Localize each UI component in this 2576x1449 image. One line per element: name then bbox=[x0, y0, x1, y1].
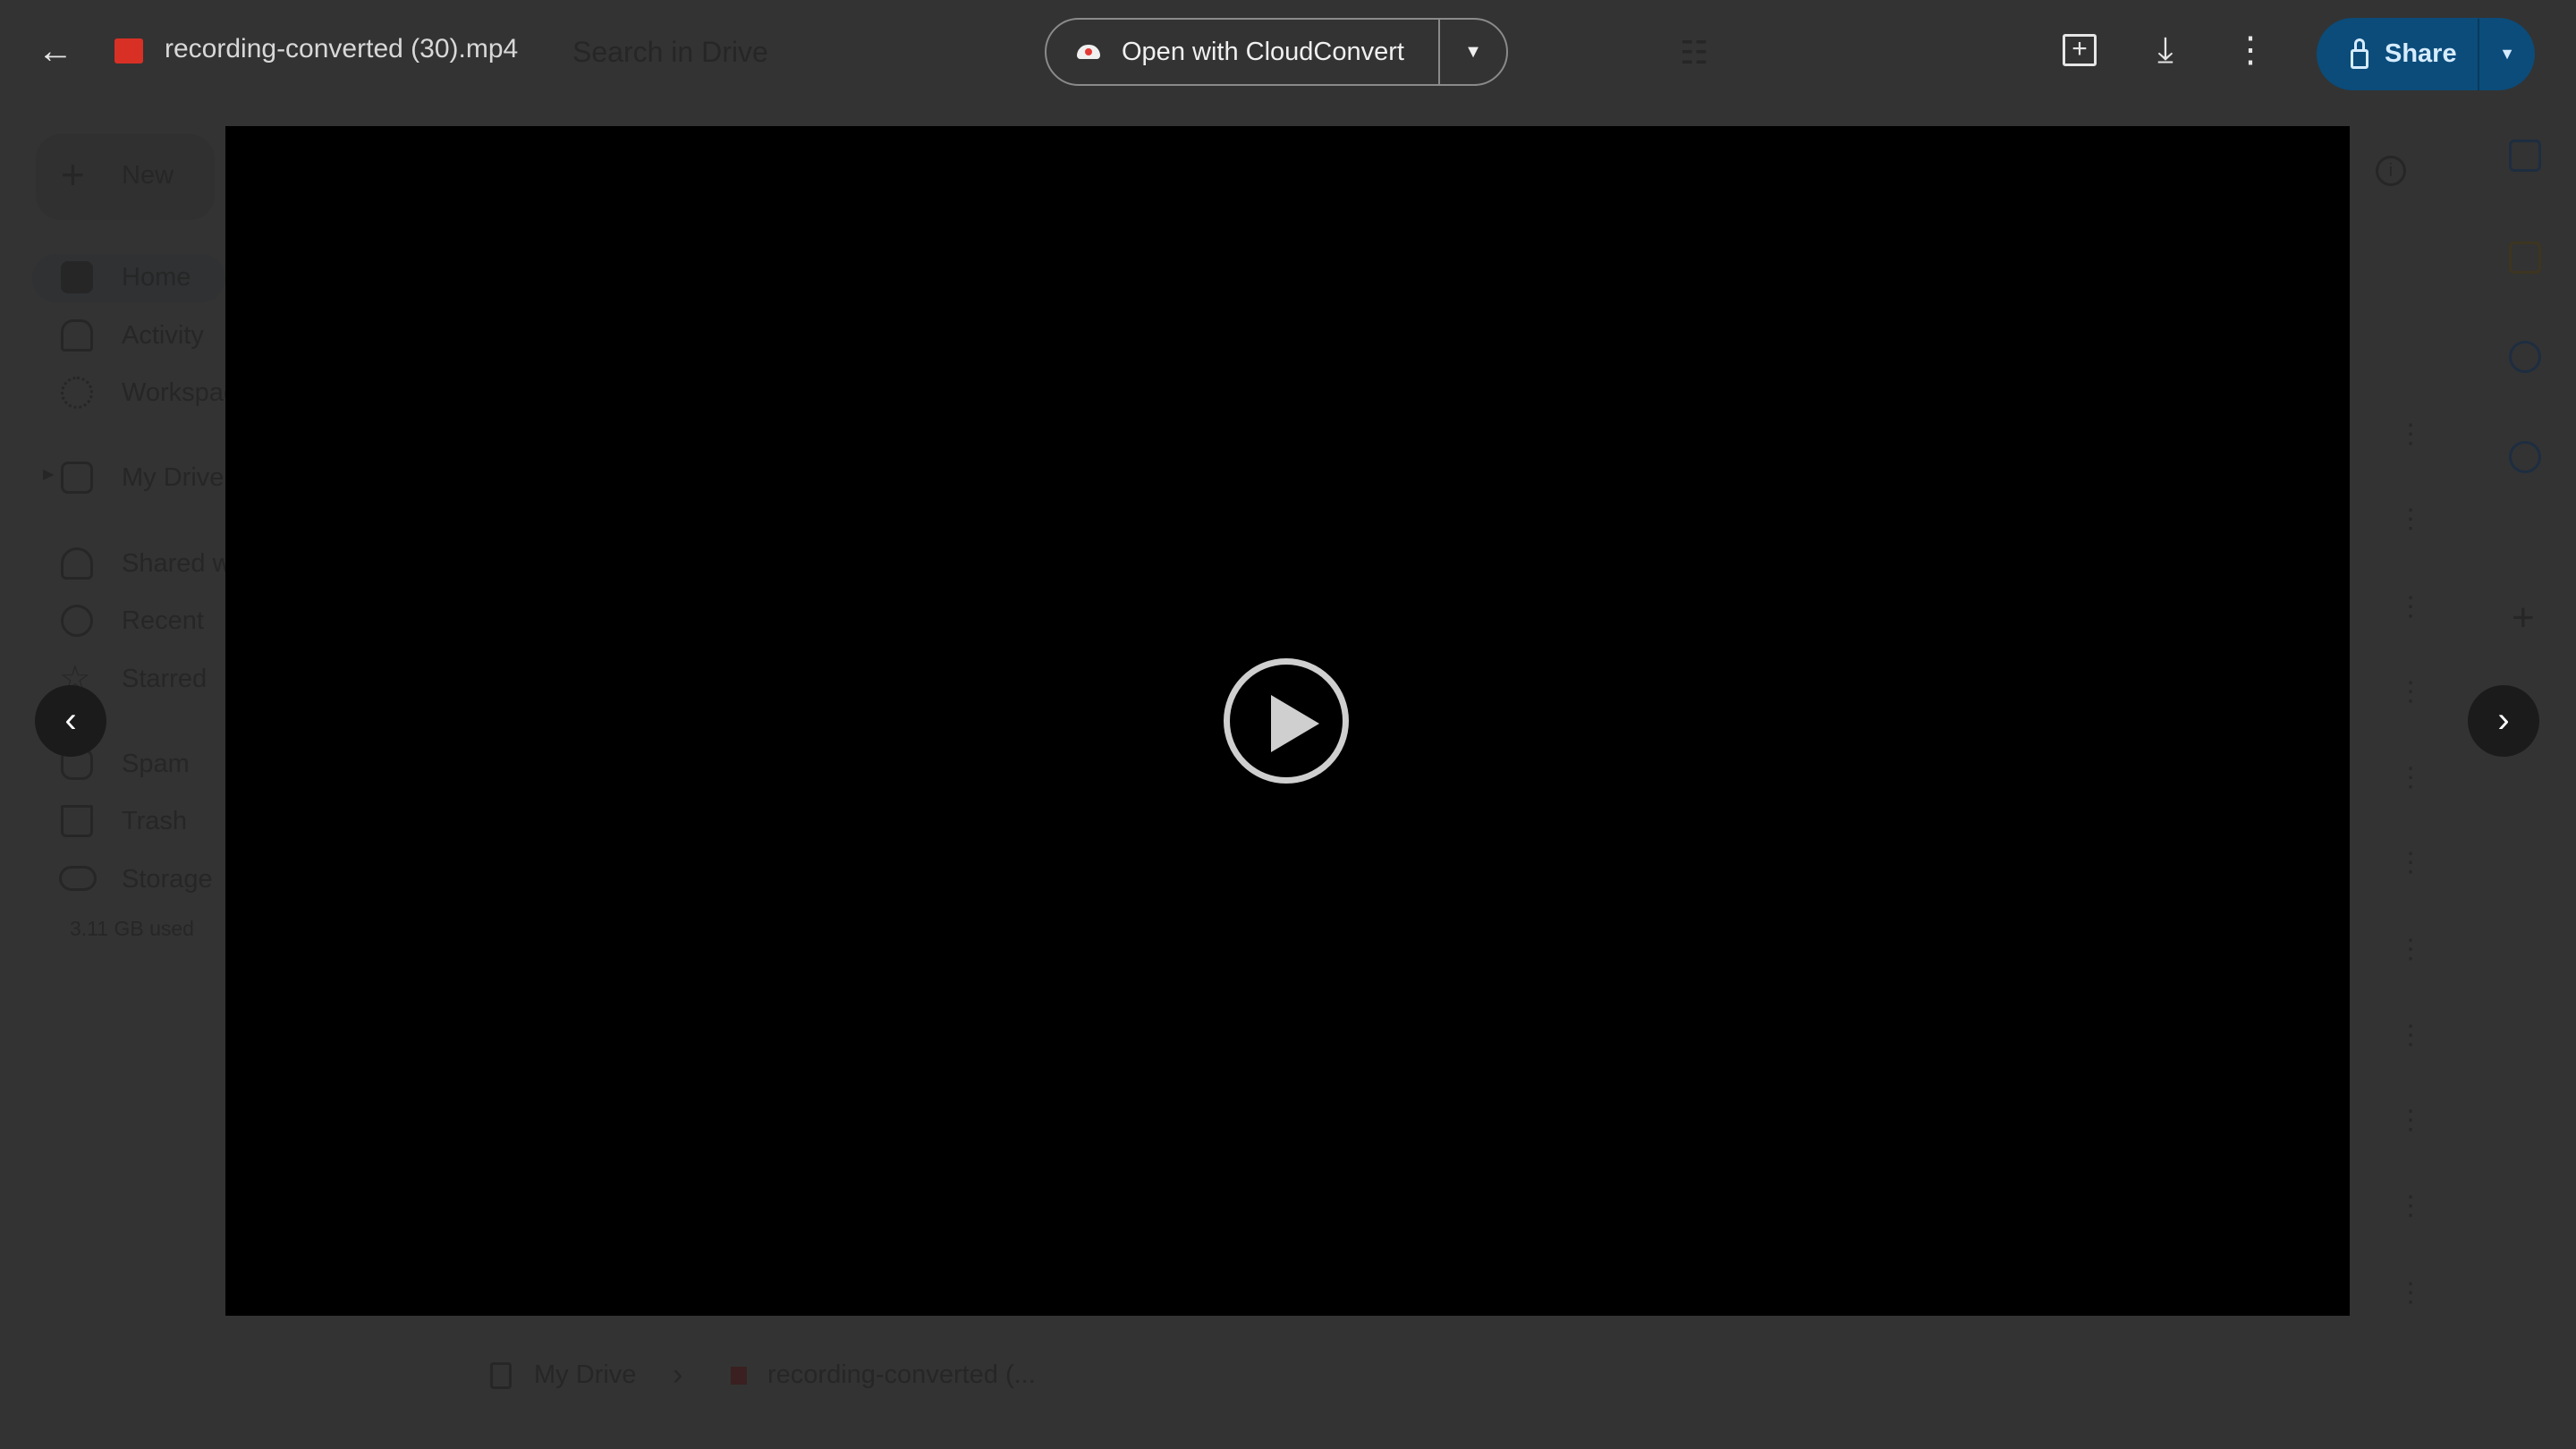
breadcrumb-my-drive[interactable]: My Drive bbox=[534, 1360, 636, 1390]
sidebar-label: Recent bbox=[122, 606, 204, 635]
sidebar-label: My Drive bbox=[122, 463, 225, 492]
open-with-label: Open with CloudConvert bbox=[1122, 37, 1404, 66]
new-label: New bbox=[122, 161, 174, 190]
search-placeholder: Search in Drive bbox=[572, 36, 768, 68]
plus-icon: + bbox=[61, 151, 85, 198]
back-arrow-icon[interactable]: ← bbox=[29, 33, 82, 69]
chevron-left-icon: ‹ bbox=[64, 700, 77, 740]
sidebar-label: Starred bbox=[122, 665, 208, 693]
bell-icon bbox=[61, 319, 93, 352]
info-icon[interactable]: i bbox=[2376, 156, 2406, 186]
sidebar-label: Workspaces bbox=[122, 378, 225, 407]
add-addon-icon[interactable]: + bbox=[2512, 596, 2535, 640]
contacts-icon[interactable] bbox=[2509, 441, 2541, 473]
add-comment-icon[interactable]: + bbox=[2063, 34, 2097, 66]
keep-icon[interactable] bbox=[2509, 242, 2541, 274]
breadcrumb-file[interactable]: recording-converted (... bbox=[767, 1360, 1036, 1390]
caret-down-icon: ▼ bbox=[1464, 41, 1482, 62]
expand-arrow-icon: ▶ bbox=[43, 467, 55, 482]
share-button[interactable]: Share bbox=[2317, 18, 2478, 90]
play-icon bbox=[1271, 695, 1319, 752]
file-name: recording-converted (30).mp4 bbox=[165, 34, 519, 64]
sidebar-label: Home bbox=[122, 263, 191, 292]
people-icon bbox=[61, 547, 93, 580]
sidebar-label: Storage bbox=[122, 865, 213, 894]
new-button[interactable]: + New bbox=[36, 134, 215, 220]
more-vert-icon[interactable]: ⋮ bbox=[2397, 419, 2424, 450]
cloudconvert-icon bbox=[1077, 45, 1100, 59]
caret-down-icon: ▼ bbox=[2499, 45, 2515, 63]
cloud-icon bbox=[59, 866, 97, 891]
chevron-right-icon: › bbox=[2497, 700, 2510, 740]
more-vert-icon[interactable]: ⋮ bbox=[2397, 1191, 2424, 1222]
sidebar-label: Spam bbox=[122, 750, 190, 778]
video-player[interactable] bbox=[225, 126, 2350, 1316]
trash-icon bbox=[61, 805, 93, 837]
more-vert-icon[interactable]: ⋮ bbox=[2397, 1020, 2424, 1051]
more-vert-icon[interactable]: ⋮ bbox=[2397, 847, 2424, 878]
storage-used: 3.11 GB used bbox=[70, 917, 194, 940]
tasks-icon[interactable] bbox=[2509, 341, 2541, 373]
more-vert-icon[interactable]: ⋮ bbox=[2397, 1277, 2424, 1309]
my-drive-icon bbox=[490, 1362, 512, 1389]
more-vert-icon[interactable]: ⋮ bbox=[2397, 762, 2424, 793]
more-vert-icon[interactable]: ⋮ bbox=[2397, 934, 2424, 965]
more-vert-icon[interactable]: ⋮ bbox=[2224, 32, 2277, 68]
more-vert-icon[interactable]: ⋮ bbox=[2397, 504, 2424, 535]
play-button[interactable] bbox=[1224, 658, 1349, 784]
video-file-icon bbox=[731, 1367, 747, 1385]
sidebar-label: Trash bbox=[122, 807, 188, 835]
download-icon[interactable]: ⤓ bbox=[2139, 32, 2192, 68]
lock-icon bbox=[2351, 38, 2368, 69]
home-icon bbox=[61, 261, 93, 293]
filter-icon: ☷ bbox=[1680, 34, 1709, 71]
more-vert-icon[interactable]: ⋮ bbox=[2397, 1105, 2424, 1136]
sidebar-label: Activity bbox=[122, 321, 204, 350]
open-with-dropdown[interactable]: ▼ bbox=[1440, 20, 1506, 84]
next-file-button[interactable]: › bbox=[2468, 685, 2539, 757]
my-drive-icon bbox=[61, 462, 93, 494]
share-label: Share bbox=[2385, 39, 2457, 68]
open-with-button-group: Open with CloudConvert ▼ bbox=[1045, 18, 1508, 86]
workspaces-icon bbox=[61, 377, 93, 409]
video-file-icon bbox=[114, 38, 143, 64]
calendar-icon[interactable] bbox=[2509, 140, 2541, 172]
chevron-right-icon: › bbox=[673, 1358, 683, 1392]
sidebar-label: Shared with me bbox=[122, 549, 225, 578]
previous-file-button[interactable]: ‹ bbox=[35, 685, 106, 757]
clock-icon bbox=[61, 605, 93, 637]
open-with-cloudconvert-button[interactable]: Open with CloudConvert bbox=[1046, 20, 1438, 84]
more-vert-icon[interactable]: ⋮ bbox=[2397, 591, 2424, 623]
more-vert-icon[interactable]: ⋮ bbox=[2397, 676, 2424, 708]
share-dropdown[interactable]: ▼ bbox=[2479, 45, 2535, 64]
share-button-group: Share ▼ bbox=[2317, 18, 2535, 90]
